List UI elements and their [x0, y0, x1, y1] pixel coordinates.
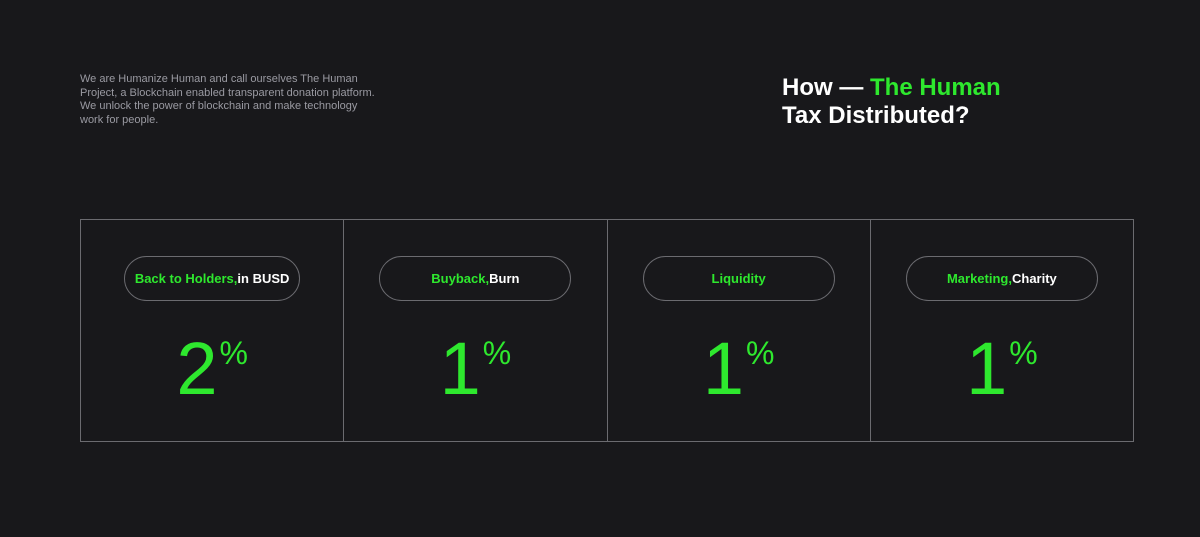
tax-value: 2 [176, 327, 218, 410]
tax-label-accent: Buyback [431, 271, 486, 286]
tax-label-rest: in BUSD [237, 271, 290, 286]
tax-label-pill: Marketing, Charity [905, 256, 1098, 301]
tax-label-pill: Buyback, Burn [379, 256, 572, 301]
tax-label-accent: Liquidity [711, 271, 766, 286]
tax-percentage: 1% [871, 330, 1133, 408]
intro-text: We are Humanize Human and call ourselves… [80, 73, 375, 126]
heading-line-1: How — The Human [782, 74, 1001, 102]
tax-value: 1 [439, 327, 481, 410]
tax-distribution-section: We are Humanize Human and call ourselves… [0, 0, 1200, 537]
tax-card-marketing: Marketing, Charity 1% [869, 220, 1133, 441]
tax-value: 1 [702, 327, 744, 410]
tax-label-rest: Burn [489, 271, 520, 286]
tax-card-holders: Back to Holders, in BUSD 2% [81, 220, 343, 441]
tax-percentage: 1% [344, 330, 606, 408]
tax-card-liquidity: Liquidity 1% [606, 220, 870, 441]
percent-sign: % [482, 335, 512, 371]
tax-card-buyback: Buyback, Burn 1% [343, 220, 606, 441]
heading-line-2: Tax Distributed? [782, 102, 970, 129]
tax-label-pill: Liquidity [642, 256, 835, 301]
tax-label-pill: Back to Holders, in BUSD [124, 256, 301, 301]
tax-percentage: 1% [608, 330, 870, 408]
heading-prefix: How — [782, 74, 870, 101]
tax-percentage: 2% [81, 330, 343, 408]
section-heading: How — The Human Tax Distributed? [782, 74, 1001, 130]
tax-value: 1 [966, 327, 1008, 410]
tax-label-accent: Back to Holders [134, 271, 234, 286]
percent-sign: % [219, 335, 248, 371]
tax-label-rest: Charity [1011, 271, 1057, 286]
tax-cards-grid: Back to Holders, in BUSD 2% Buyback, Bur… [80, 219, 1134, 442]
heading-accent: The Human [870, 74, 1001, 101]
percent-sign: % [1009, 335, 1038, 371]
percent-sign: % [745, 335, 775, 371]
tax-label-accent: Marketing [946, 271, 1009, 286]
